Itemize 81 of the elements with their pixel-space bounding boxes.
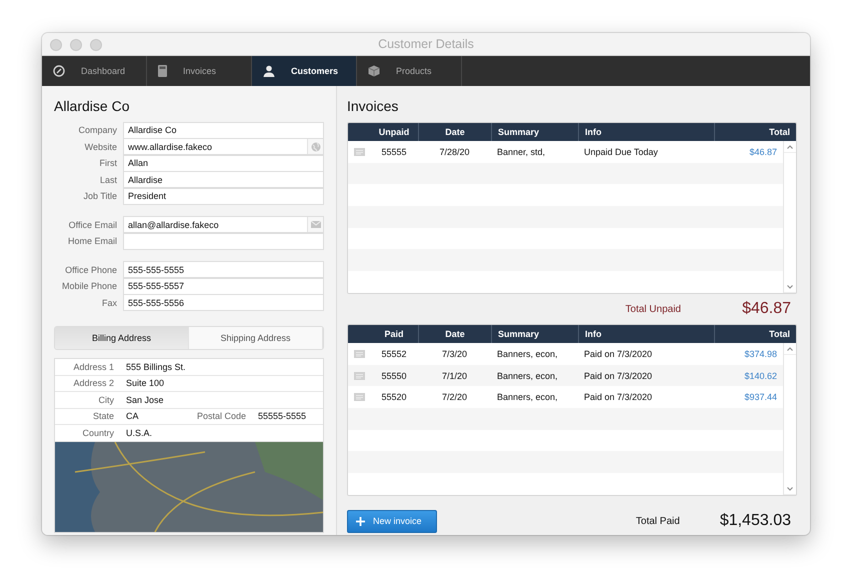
document-icon bbox=[354, 372, 364, 380]
field-label: Office Phone bbox=[64, 264, 117, 275]
table-cell-text: 7/3/20 bbox=[440, 348, 468, 361]
field-label: Office Email bbox=[68, 220, 117, 230]
total-link[interactable]: $46.87 bbox=[714, 141, 783, 163]
field-value[interactable]: 555 Billings St. bbox=[122, 362, 323, 372]
input-field[interactable]: Allardise Co bbox=[123, 122, 324, 138]
address-tab[interactable]: Shipping Address bbox=[189, 327, 323, 349]
column-header[interactable]: Unpaid bbox=[370, 123, 418, 141]
chevron-down-icon[interactable] bbox=[787, 486, 793, 490]
input-field[interactable]: 555-555-5556 bbox=[123, 294, 324, 311]
table-cell-text: 55552 bbox=[380, 348, 408, 361]
field-label: Home Email bbox=[66, 236, 117, 246]
globe-icon[interactable] bbox=[310, 142, 320, 152]
scrollbar[interactable] bbox=[783, 343, 796, 495]
compass-icon bbox=[53, 65, 65, 77]
field-value[interactable]: U.S.A. bbox=[122, 428, 323, 438]
new-invoice-button[interactable]: New invoice bbox=[347, 510, 437, 532]
envelope-icon[interactable] bbox=[310, 221, 320, 228]
close-button[interactable] bbox=[50, 39, 62, 51]
window-title: Customer Details bbox=[378, 37, 474, 51]
calculator-icon bbox=[158, 65, 167, 77]
nav-tab[interactable]: Customers bbox=[252, 56, 357, 86]
person-icon bbox=[263, 65, 275, 77]
table-cell-text: Banners, econ, bbox=[496, 391, 559, 404]
document-icon bbox=[354, 393, 364, 402]
plus-icon bbox=[356, 516, 365, 526]
table-cell-text: Paid on 7/3/2020 bbox=[583, 370, 654, 383]
table-cell-text: 55550 bbox=[380, 370, 408, 383]
table-cell-text: Banners, econ, bbox=[496, 370, 559, 383]
input-field[interactable] bbox=[123, 232, 324, 250]
total-link[interactable]: $937.44 bbox=[714, 386, 783, 408]
input-field[interactable]: President bbox=[123, 188, 324, 204]
field-label: Job Title bbox=[82, 191, 117, 202]
box-icon bbox=[368, 65, 380, 77]
field-value[interactable]: Suite 100 bbox=[122, 378, 323, 388]
total-link[interactable]: $140.62 bbox=[714, 364, 783, 386]
field-value[interactable]: CA bbox=[122, 411, 188, 422]
field-label: Website bbox=[84, 142, 117, 152]
table-cell-text: Paid on 7/3/2020 bbox=[583, 348, 654, 361]
table-cell-text: Unpaid Due Today bbox=[583, 146, 659, 159]
total-amount: $46.87 bbox=[741, 300, 791, 318]
field-label: Company bbox=[77, 125, 117, 136]
address-tab[interactable]: Billing Address bbox=[55, 327, 189, 349]
field-label: Last bbox=[98, 174, 117, 185]
field-value[interactable]: 55555-5555 bbox=[254, 411, 323, 422]
invoice-row[interactable]: 55550 7/1/20 Banners, econ, Paid on 7/3/2020 $140.62 bbox=[348, 364, 783, 386]
field-label: First bbox=[98, 158, 117, 168]
input-field[interactable]: 555-555-5555 bbox=[123, 261, 324, 278]
field-label: Fax bbox=[100, 298, 117, 308]
field-label: Mobile Phone bbox=[60, 281, 117, 292]
section-title: Invoices bbox=[347, 98, 400, 114]
input-field[interactable]: 555-555-5557 bbox=[123, 278, 324, 294]
document-icon bbox=[354, 350, 364, 358]
table-cell-text: 7/28/20 bbox=[438, 146, 471, 159]
table-cell-text: 55520 bbox=[380, 391, 408, 404]
table-cell-text: Paid on 7/3/2020 bbox=[583, 391, 654, 404]
table-cell-text: 7/1/20 bbox=[440, 370, 468, 383]
input-field[interactable]: Allardise bbox=[123, 171, 324, 188]
field-value[interactable]: San Jose bbox=[122, 394, 323, 405]
total-link[interactable]: $374.98 bbox=[714, 343, 783, 365]
chevron-up-icon[interactable] bbox=[787, 144, 793, 148]
total-amount: $1,453.03 bbox=[720, 512, 791, 530]
input-field[interactable]: www.allardise.fakeco bbox=[123, 138, 324, 155]
customer-name: Allardise Co bbox=[54, 98, 130, 114]
total-label: Total Unpaid bbox=[625, 304, 681, 314]
scrollbar[interactable] bbox=[783, 141, 796, 293]
table-cell-text: Banner, std, bbox=[496, 146, 546, 159]
minimize-button[interactable] bbox=[70, 39, 82, 51]
input-field[interactable]: Allan bbox=[123, 154, 324, 172]
total-label: Total Paid bbox=[636, 516, 680, 526]
input-field[interactable]: allan@allardise.fakeco bbox=[123, 216, 324, 233]
table-cell-text: Banners, econ, bbox=[496, 348, 559, 361]
chevron-down-icon[interactable] bbox=[787, 284, 793, 288]
document-icon bbox=[354, 148, 364, 156]
chevron-up-icon[interactable] bbox=[787, 346, 793, 350]
column-header[interactable]: Paid bbox=[370, 325, 418, 343]
table-cell-text: 7/2/20 bbox=[440, 391, 468, 404]
nav-tab[interactable]: Products bbox=[357, 56, 462, 86]
table-cell-text: 55555 bbox=[380, 146, 408, 159]
zoom-button[interactable] bbox=[90, 39, 102, 51]
